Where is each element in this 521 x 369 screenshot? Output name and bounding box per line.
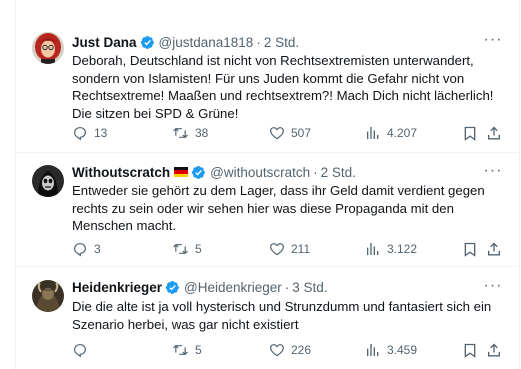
views-icon xyxy=(367,127,379,139)
view-count: 4.207 xyxy=(387,126,418,140)
heart-icon xyxy=(270,127,284,140)
more-icon[interactable]: ··· xyxy=(482,276,504,296)
verified-badge-icon xyxy=(165,280,180,295)
german-flag-icon xyxy=(174,167,189,177)
repost-icon xyxy=(173,344,188,356)
display-name[interactable]: Heidenkrieger xyxy=(72,280,162,295)
reply-count: 13 xyxy=(94,126,108,140)
share-icon xyxy=(488,126,500,139)
like-count: 226 xyxy=(291,343,312,357)
like-button[interactable]: 507 xyxy=(269,123,311,143)
like-button[interactable]: 211 xyxy=(269,239,310,259)
share-icon xyxy=(488,242,500,255)
separator-dot: · xyxy=(284,279,290,295)
avatar[interactable] xyxy=(32,32,64,64)
views-icon xyxy=(367,243,379,255)
bookmark-button[interactable] xyxy=(462,340,484,360)
views-button[interactable]: 4.207 xyxy=(365,123,417,143)
repost-button[interactable]: 38 xyxy=(172,123,208,143)
tweet-text: Entweder sie gehört zu dem Lager, dass i… xyxy=(72,183,485,233)
tweet[interactable]: Withoutscratch @withoutscratch · 2 Std. … xyxy=(16,153,518,267)
like-button[interactable]: 226 xyxy=(269,340,311,360)
verified-badge-icon xyxy=(191,165,206,180)
action-bar: 13 38 507 4.207 xyxy=(72,123,508,143)
display-name[interactable]: Just Dana xyxy=(72,35,137,50)
like-count: 211 xyxy=(291,242,311,256)
repost-icon xyxy=(173,127,188,139)
repost-button[interactable]: 5 xyxy=(172,340,202,360)
more-icon[interactable]: ··· xyxy=(482,161,504,181)
repost-count: 5 xyxy=(195,242,202,256)
views-icon xyxy=(367,344,379,356)
action-bar: 5 226 3.459 xyxy=(72,340,508,360)
repost-icon xyxy=(173,243,188,255)
bookmark-icon xyxy=(464,343,476,358)
timestamp[interactable]: 3 Std. xyxy=(292,280,327,295)
timestamp[interactable]: 2 Std. xyxy=(321,165,356,180)
reply-button[interactable]: 3 xyxy=(72,239,101,259)
views-button[interactable]: 3.122 xyxy=(365,239,417,259)
share-icon xyxy=(488,343,500,356)
heart-icon xyxy=(270,344,284,357)
view-count: 3.459 xyxy=(387,343,418,357)
reply-icon xyxy=(74,243,86,257)
tweet-text: Deborah, Deutschland ist nicht von Recht… xyxy=(72,53,494,121)
bookmark-button[interactable] xyxy=(462,123,484,143)
verified-badge-icon xyxy=(140,35,155,50)
views-button[interactable]: 3.459 xyxy=(365,340,417,360)
more-icon[interactable]: ··· xyxy=(482,30,504,50)
tweet[interactable]: Just Dana @justdana1818 · 2 Std. ··· Deb… xyxy=(16,18,518,153)
reply-button[interactable]: 13 xyxy=(72,123,107,143)
separator-dot: · xyxy=(313,164,318,180)
tweet-text: Die die alte ist ja voll hysterisch und … xyxy=(72,299,492,332)
bookmark-icon xyxy=(464,242,476,257)
like-count: 507 xyxy=(291,126,312,140)
share-button[interactable] xyxy=(486,239,508,259)
heart-icon xyxy=(270,243,284,256)
reply-icon xyxy=(74,127,86,141)
tweet[interactable]: Heidenkrieger @Heidenkrieger · 3 Std. ··… xyxy=(16,267,518,369)
tweet-header: Withoutscratch @withoutscratch · 2 Std. xyxy=(72,162,356,182)
share-button[interactable] xyxy=(486,340,508,360)
user-handle[interactable]: @justdana1818 xyxy=(159,35,254,50)
tweet-header: Heidenkrieger @Heidenkrieger · 3 Std. xyxy=(72,277,328,297)
reply-icon xyxy=(74,344,86,358)
repost-button[interactable]: 5 xyxy=(172,239,202,259)
display-name[interactable]: Withoutscratch xyxy=(72,165,170,180)
avatar[interactable] xyxy=(32,165,64,197)
repost-count: 38 xyxy=(195,126,209,140)
timestamp[interactable]: 2 Std. xyxy=(264,35,299,50)
bookmark-icon xyxy=(464,126,476,141)
repost-count: 5 xyxy=(195,343,202,357)
action-bar: 3 5 211 3.122 xyxy=(72,239,508,259)
view-count: 3.122 xyxy=(387,242,418,256)
tweet-header: Just Dana @justdana1818 · 2 Std. xyxy=(72,32,299,52)
reply-button[interactable] xyxy=(72,340,94,360)
share-button[interactable] xyxy=(486,123,508,143)
avatar[interactable] xyxy=(32,280,64,312)
separator-dot: · xyxy=(256,34,261,50)
reply-count: 3 xyxy=(94,242,101,256)
user-handle[interactable]: @withoutscratch xyxy=(210,165,310,180)
user-handle[interactable]: @Heidenkrieger xyxy=(184,280,282,295)
bookmark-button[interactable] xyxy=(462,239,484,259)
